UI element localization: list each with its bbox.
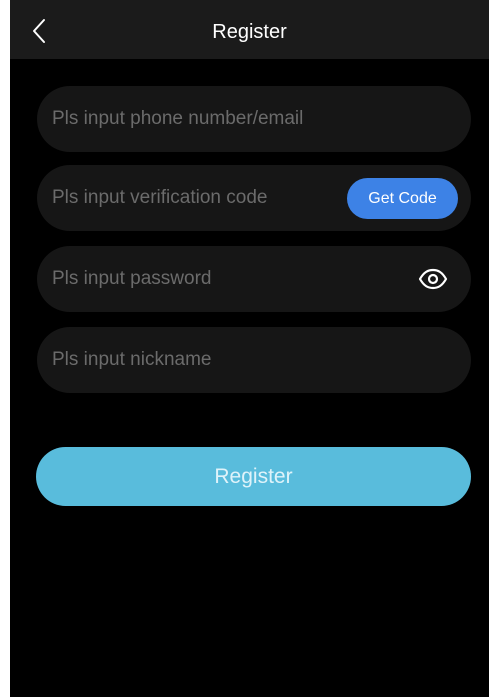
register-button[interactable]: Register	[36, 447, 471, 506]
nickname-field	[37, 327, 471, 393]
phone-email-input[interactable]	[52, 86, 457, 152]
nickname-input[interactable]	[52, 327, 457, 393]
register-screen: Register Get Code Register	[10, 0, 489, 697]
password-input[interactable]	[52, 246, 402, 312]
phone-email-field	[37, 86, 471, 152]
page-title: Register	[212, 21, 287, 43]
eye-icon	[418, 268, 448, 290]
header-bar: Register	[10, 0, 489, 59]
get-code-button[interactable]: Get Code	[347, 178, 458, 219]
password-field	[37, 246, 471, 312]
verification-code-field: Get Code	[37, 165, 471, 231]
password-visibility-toggle[interactable]	[417, 265, 449, 293]
verification-code-input[interactable]	[52, 165, 342, 231]
